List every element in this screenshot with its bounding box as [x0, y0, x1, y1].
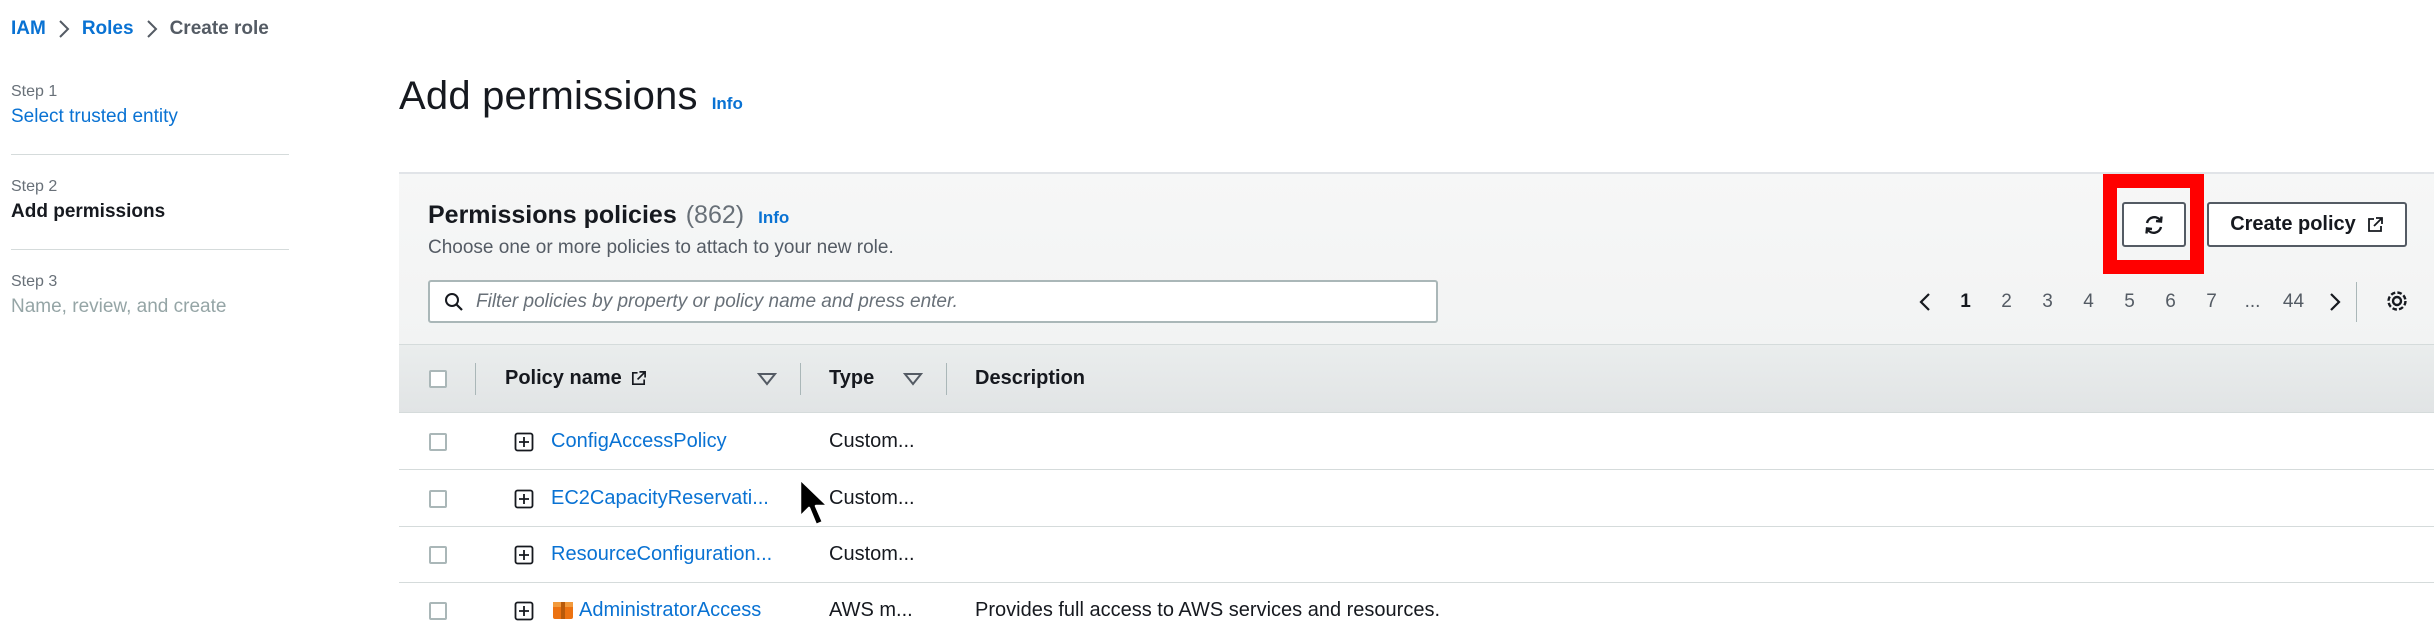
page-44[interactable]: 44: [2273, 291, 2314, 313]
panel-description: Choose one or more policies to attach to…: [428, 237, 894, 258]
page-4[interactable]: 4: [2068, 291, 2109, 313]
table-row[interactable]: AdministratorAccess AWS m... Provides fu…: [399, 583, 2434, 632]
plus-square-icon[interactable]: [514, 545, 534, 565]
table-row[interactable]: ResourceConfiguration... Custom...: [399, 527, 2434, 583]
page-ellipsis: ...: [2244, 290, 2261, 312]
column-divider: [800, 363, 801, 395]
row-checkbox[interactable]: [429, 490, 447, 508]
table-header: Policy name Type Description: [399, 344, 2434, 413]
policy-name-link[interactable]: EC2CapacityReservati...: [551, 487, 769, 510]
chevron-right-icon: [58, 20, 70, 38]
step-label-name-review-create: Name, review, and create: [11, 296, 227, 317]
column-type[interactable]: Type: [829, 367, 874, 390]
plus-square-icon[interactable]: [514, 489, 534, 509]
search-icon: [444, 292, 464, 312]
policy-name-link[interactable]: AdministratorAccess: [579, 599, 761, 622]
aws-package-icon: [552, 599, 574, 621]
page-5[interactable]: 5: [2109, 291, 2150, 313]
refresh-button[interactable]: [2122, 202, 2186, 247]
external-link-icon: [630, 370, 647, 387]
table-row[interactable]: ConfigAccessPolicy Custom...: [399, 414, 2434, 470]
page-header: Add permissions Info: [399, 74, 743, 119]
step-3: Step 3 Name, review, and create: [11, 272, 289, 320]
create-policy-label: Create policy: [2230, 213, 2356, 235]
plus-square-icon[interactable]: [514, 601, 534, 621]
plus-square-icon[interactable]: [514, 432, 534, 452]
column-description: Description: [975, 367, 1085, 390]
search-input[interactable]: [476, 290, 1416, 313]
step-2: Step 2 Add permissions: [11, 177, 289, 225]
permissions-policies-panel: Permissions policies (862) Info Choose o…: [399, 172, 2434, 632]
policy-name-link[interactable]: ConfigAccessPolicy: [551, 430, 727, 453]
panel-title-text: Permissions policies: [428, 201, 677, 229]
policy-name-link[interactable]: ResourceConfiguration...: [551, 543, 772, 566]
refresh-icon: [2143, 214, 2165, 236]
policy-description: Provides full access to AWS services and…: [975, 599, 1440, 621]
step-1: Step 1 Select trusted entity: [11, 82, 289, 130]
step-link-select-trusted-entity[interactable]: Select trusted entity: [11, 104, 289, 130]
chevron-left-icon[interactable]: [1904, 292, 1945, 312]
policy-count: (862): [685, 201, 745, 229]
table-row[interactable]: EC2CapacityReservati... Custom...: [399, 471, 2434, 527]
column-divider: [946, 363, 947, 395]
chevron-right-icon[interactable]: [2314, 292, 2355, 312]
breadcrumb-create-role: Create role: [169, 18, 269, 39]
panel-header: Permissions policies (862) Info Choose o…: [399, 174, 2434, 344]
step-number: Step 1: [11, 83, 58, 100]
column-divider: [475, 363, 476, 395]
policy-type: Custom...: [829, 487, 915, 509]
policy-search: [428, 280, 1438, 323]
breadcrumb-iam[interactable]: IAM: [11, 18, 46, 40]
column-type-label: Type: [829, 367, 875, 389]
page-title: Add permissions: [399, 74, 698, 118]
breadcrumb-roles[interactable]: Roles: [82, 18, 134, 40]
breadcrumb: IAM Roles Create role: [11, 17, 269, 41]
row-checkbox[interactable]: [429, 602, 447, 620]
gear-icon[interactable]: [2384, 288, 2410, 314]
chevron-right-icon: [146, 20, 158, 38]
policy-type: Custom...: [829, 543, 915, 565]
policy-type: Custom...: [829, 430, 915, 452]
panel-info-link[interactable]: Info: [758, 208, 789, 228]
row-checkbox[interactable]: [429, 546, 447, 564]
divider: [11, 154, 289, 155]
page-6[interactable]: 6: [2150, 291, 2191, 313]
page-7[interactable]: 7: [2191, 291, 2232, 313]
divider: [2356, 282, 2357, 322]
column-policy-name[interactable]: Policy name: [505, 367, 647, 390]
select-all-checkbox[interactable]: [429, 370, 447, 388]
column-description-label: Description: [975, 367, 1086, 389]
page-1[interactable]: 1: [1945, 291, 1986, 313]
mouse-cursor-icon: [798, 477, 832, 534]
sort-down-icon[interactable]: [903, 372, 923, 386]
external-link-icon: [2366, 216, 2384, 234]
row-checkbox[interactable]: [429, 433, 447, 451]
column-policy-name-label: Policy name: [505, 367, 622, 389]
panel-title: Permissions policies (862) Info: [428, 201, 789, 230]
step-number: Step 3: [11, 273, 58, 290]
policy-type: AWS m...: [829, 599, 913, 621]
page-2[interactable]: 2: [1986, 291, 2027, 313]
divider: [11, 249, 289, 250]
wizard-steps: Step 1 Select trusted entity Step 2 Add …: [11, 82, 289, 320]
sort-down-icon[interactable]: [757, 372, 777, 386]
page-info-link[interactable]: Info: [712, 94, 743, 114]
create-policy-button[interactable]: Create policy: [2207, 202, 2407, 247]
pagination: 1 2 3 4 5 6 7 ... 44: [1904, 280, 2355, 323]
step-label-add-permissions: Add permissions: [11, 201, 166, 222]
page-3[interactable]: 3: [2027, 291, 2068, 313]
step-number: Step 2: [11, 178, 58, 195]
